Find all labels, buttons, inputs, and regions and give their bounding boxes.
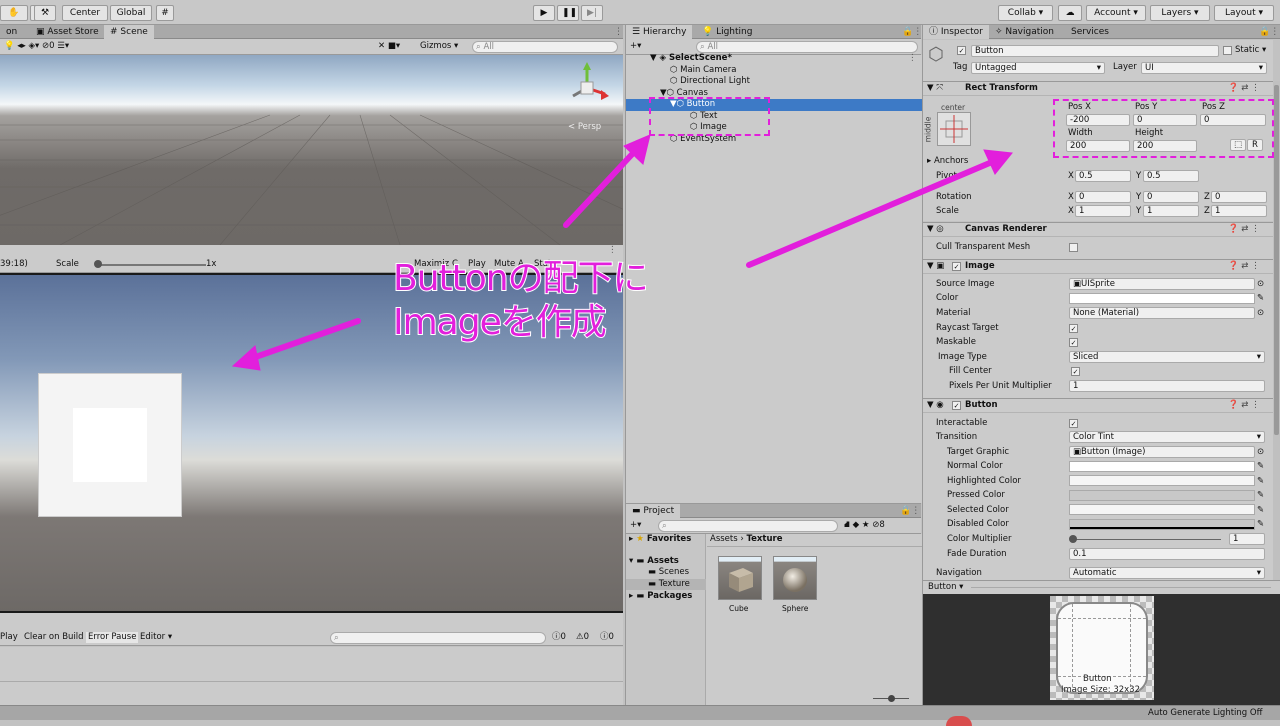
arrow-to-inspector: [746, 159, 995, 268]
annotation-line-1: Buttonの配下に: [392, 257, 650, 300]
arrowhead: [231, 345, 261, 371]
annotation-line-2: Imageを作成: [392, 301, 608, 344]
arrow-to-hierarchy: [563, 147, 639, 228]
arrow-to-game: [247, 318, 361, 362]
annotation-text: Buttonの配下に Imageを作成: [392, 257, 650, 345]
annotation-arrows: [231, 134, 1013, 371]
